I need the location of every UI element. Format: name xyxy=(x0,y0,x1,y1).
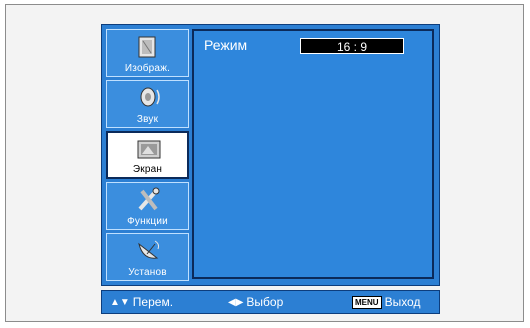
sidebar-item-label: Функции xyxy=(127,216,168,227)
tools-icon xyxy=(138,187,160,211)
content-panel: Режим 16 : 9 xyxy=(192,29,434,279)
menu-key-icon: MENU xyxy=(352,295,382,309)
sidebar-item-setup[interactable]: Установ xyxy=(106,233,189,281)
sidebar-item-label: Установ xyxy=(128,267,167,278)
sidebar-item-label: Изображ. xyxy=(124,63,171,74)
mode-label: Режим xyxy=(204,37,248,53)
sidebar-item-picture[interactable]: Изображ. xyxy=(106,29,189,77)
sidebar: Изображ. Звук ▶ Экран Функции Установ xyxy=(106,29,189,284)
exit-label: Выход xyxy=(384,295,421,309)
select-hint: ◀▶ Выбор xyxy=(228,295,283,309)
picture-icon xyxy=(138,36,156,58)
satellite-dish-icon xyxy=(138,240,160,259)
osd-menu: Изображ. Звук ▶ Экран Функции Установ Ре… xyxy=(101,24,440,286)
move-label: Перем. xyxy=(132,295,174,309)
left-right-arrows-icon: ◀▶ xyxy=(228,296,244,308)
footer-hints: ▲▼ Перем. ◀▶ Выбор MENU Выход xyxy=(101,290,440,314)
exit-hint: MENU Выход xyxy=(352,295,420,309)
mode-row[interactable]: Режим 16 : 9 xyxy=(204,37,432,55)
speaker-icon xyxy=(140,87,160,107)
sidebar-item-label: Экран xyxy=(132,164,163,175)
up-down-arrows-icon: ▲▼ xyxy=(110,296,130,308)
chevron-right-icon: ▶ xyxy=(177,147,184,157)
move-hint: ▲▼ Перем. xyxy=(110,295,173,309)
mode-value[interactable]: 16 : 9 xyxy=(300,38,404,54)
sidebar-item-label: Звук xyxy=(136,114,159,125)
screen-icon xyxy=(137,140,161,159)
select-label: Выбор xyxy=(246,295,284,309)
sidebar-item-sound[interactable]: Звук xyxy=(106,80,189,128)
sidebar-item-screen[interactable]: ▶ Экран xyxy=(106,131,189,179)
sidebar-item-functions[interactable]: Функции xyxy=(106,182,189,230)
